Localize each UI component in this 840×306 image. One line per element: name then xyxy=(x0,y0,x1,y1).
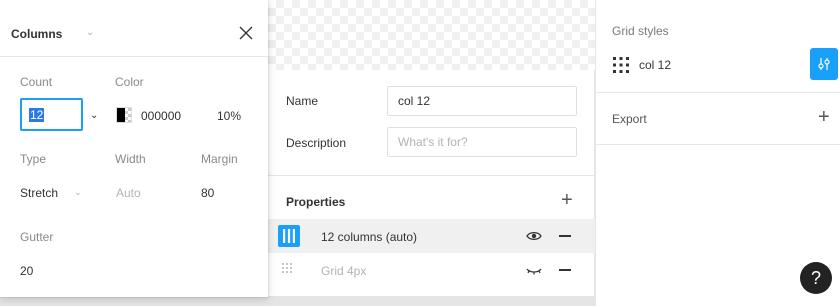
style-preview-area xyxy=(268,0,595,70)
width-label: Width xyxy=(115,152,146,166)
gutter-label: Gutter xyxy=(20,230,54,244)
eye-icon[interactable] xyxy=(526,229,542,243)
pixel-grid-icon xyxy=(282,263,292,273)
right-design-panel: Grid styles col 12 Export + xyxy=(595,0,840,306)
width-input[interactable]: Auto xyxy=(116,186,141,200)
margin-input[interactable]: 80 xyxy=(201,186,214,200)
color-swatch[interactable] xyxy=(116,107,132,123)
panel-divider xyxy=(596,92,840,93)
property-label: Grid 4px xyxy=(321,264,367,278)
count-value: 12 xyxy=(29,108,45,122)
layout-grid-settings-popover: Columns ⌄ Count Color 12 ⌄ 000000 10% Ty… xyxy=(0,0,268,297)
name-label: Name xyxy=(286,94,319,108)
export-title: Export xyxy=(612,112,647,126)
eye-closed-icon[interactable] xyxy=(526,263,542,277)
add-property-icon[interactable]: + xyxy=(561,190,573,210)
type-label: Type xyxy=(20,152,47,166)
count-input[interactable]: 12 xyxy=(20,98,83,131)
adjust-icon xyxy=(818,58,830,70)
grid-type-dropdown[interactable]: Columns xyxy=(11,27,62,41)
popover-divider xyxy=(0,56,268,57)
panel-divider xyxy=(596,144,840,145)
editor-divider xyxy=(268,175,595,176)
edit-style-button[interactable] xyxy=(810,48,838,80)
property-row-columns[interactable]: 12 columns (auto) xyxy=(268,219,595,253)
help-button[interactable]: ? xyxy=(800,262,832,294)
close-icon[interactable] xyxy=(237,24,255,42)
color-opacity-input[interactable]: 10% xyxy=(217,109,241,123)
grid-style-name[interactable]: col 12 xyxy=(639,58,671,72)
type-dropdown[interactable]: Stretch xyxy=(20,186,58,200)
chevron-down-icon[interactable]: ⌄ xyxy=(86,27,94,38)
property-label: 12 columns (auto) xyxy=(321,230,418,244)
color-hex-input[interactable]: 000000 xyxy=(141,109,181,123)
property-row-grid[interactable]: Grid 4px xyxy=(268,253,595,287)
color-label: Color xyxy=(115,75,144,89)
margin-label: Margin xyxy=(201,152,238,166)
description-label: Description xyxy=(286,136,347,150)
gutter-input[interactable]: 20 xyxy=(20,264,33,278)
add-export-icon[interactable]: + xyxy=(818,107,830,127)
grid-styles-title: Grid styles xyxy=(612,24,669,38)
grid-style-icon xyxy=(613,57,629,73)
style-name-input[interactable] xyxy=(387,86,577,116)
chevron-down-icon[interactable]: ⌄ xyxy=(90,110,98,121)
properties-title: Properties xyxy=(286,195,346,209)
grid-style-editor: Name Description Properties + 12 columns… xyxy=(268,70,595,296)
style-description-input[interactable] xyxy=(387,127,577,157)
chevron-down-icon[interactable]: ⌄ xyxy=(74,187,82,198)
remove-property-icon[interactable] xyxy=(559,235,571,237)
count-label: Count xyxy=(20,75,53,89)
columns-grid-icon xyxy=(278,225,300,247)
remove-property-icon[interactable] xyxy=(559,269,571,271)
